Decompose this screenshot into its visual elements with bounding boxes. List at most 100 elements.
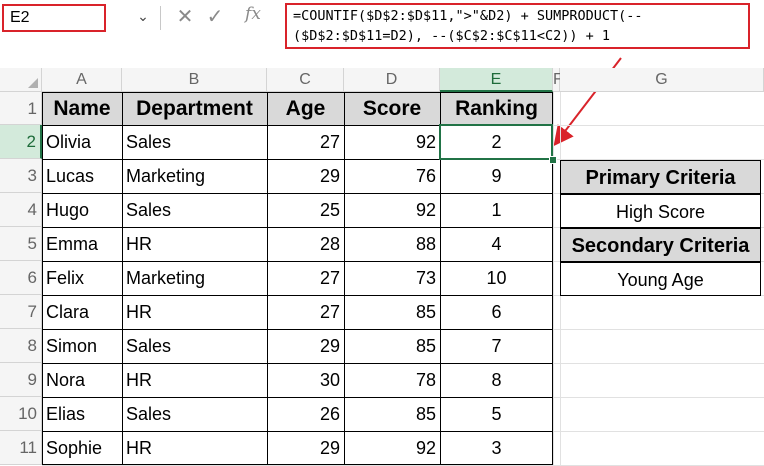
cell-department[interactable]: Marketing xyxy=(122,261,267,295)
header-cell-age[interactable]: Age xyxy=(267,92,344,125)
column-header-d[interactable]: D xyxy=(344,68,440,92)
cell-score[interactable]: 92 xyxy=(344,125,440,159)
table-border xyxy=(267,92,268,465)
table-border xyxy=(42,227,553,228)
header-cell-department[interactable]: Department xyxy=(122,92,267,125)
cell-ranking[interactable]: 6 xyxy=(440,295,553,329)
cell-ranking[interactable]: 7 xyxy=(440,329,553,363)
cancel-icon[interactable]: ✕ xyxy=(175,4,195,28)
table-border xyxy=(42,431,553,432)
cell-department[interactable]: HR xyxy=(122,363,267,397)
cell-ranking[interactable]: 3 xyxy=(440,431,553,465)
fill-handle[interactable] xyxy=(549,156,557,164)
row-header-4[interactable]: 4 xyxy=(0,193,42,227)
formula-line-1: =COUNTIF($D$2:$D$11,">"&D2) + SUMPRODUCT… xyxy=(293,8,643,24)
cell-ranking[interactable]: 10 xyxy=(440,261,553,295)
row-header-7[interactable]: 7 xyxy=(0,295,42,329)
active-cell-outline xyxy=(439,124,553,160)
column-header-c[interactable]: C xyxy=(267,68,344,92)
primary-criteria-value[interactable]: High Score xyxy=(560,194,761,228)
table-border xyxy=(42,92,553,93)
secondary-criteria-title[interactable]: Secondary Criteria xyxy=(560,228,761,262)
table-border xyxy=(42,193,553,194)
cell-ranking[interactable]: 4 xyxy=(440,227,553,261)
name-box[interactable]: E2 xyxy=(2,4,106,32)
cell-name[interactable]: Sophie xyxy=(42,431,122,465)
cell-age[interactable]: 29 xyxy=(267,329,344,363)
cell-department[interactable]: HR xyxy=(122,295,267,329)
cell-ranking[interactable]: 9 xyxy=(440,159,553,193)
cell-score[interactable]: 85 xyxy=(344,329,440,363)
cell-department[interactable]: Sales xyxy=(122,329,267,363)
cell-score[interactable]: 88 xyxy=(344,227,440,261)
cell-age[interactable]: 30 xyxy=(267,363,344,397)
row-header-1[interactable]: 1 xyxy=(0,92,42,125)
cell-score[interactable]: 73 xyxy=(344,261,440,295)
cell-score[interactable]: 85 xyxy=(344,295,440,329)
cell-department[interactable]: Marketing xyxy=(122,159,267,193)
table-border xyxy=(42,363,553,364)
row-header-10[interactable]: 10 xyxy=(0,397,42,431)
cell-name[interactable]: Emma xyxy=(42,227,122,261)
cell-age[interactable]: 26 xyxy=(267,397,344,431)
row-header-3[interactable]: 3 xyxy=(0,159,42,193)
cell-name[interactable]: Clara xyxy=(42,295,122,329)
row-header-6[interactable]: 6 xyxy=(0,261,42,295)
cell-name[interactable]: Olivia xyxy=(42,125,122,159)
secondary-criteria-value[interactable]: Young Age xyxy=(560,262,761,296)
cell-age[interactable]: 27 xyxy=(267,261,344,295)
divider xyxy=(160,6,161,30)
cell-score[interactable]: 76 xyxy=(344,159,440,193)
row-header-11[interactable]: 11 xyxy=(0,431,42,465)
column-header-b[interactable]: B xyxy=(122,68,267,92)
cell-ranking[interactable]: 1 xyxy=(440,193,553,227)
header-cell-ranking[interactable]: Ranking xyxy=(440,92,553,125)
table-border xyxy=(42,329,553,330)
table-border xyxy=(344,92,345,465)
cell-age[interactable]: 27 xyxy=(267,295,344,329)
cell-name[interactable]: Felix xyxy=(42,261,122,295)
column-header-g[interactable]: G xyxy=(560,68,764,92)
spreadsheet-grid: ABCDEFG 1 2 3 4 5 6 7 8 9 10 11 Name Department Age S… xyxy=(0,68,764,466)
cell-age[interactable]: 25 xyxy=(267,193,344,227)
insert-function-icon[interactable]: fx xyxy=(235,4,271,28)
column-header-e[interactable]: E xyxy=(440,68,553,92)
select-all-triangle-icon xyxy=(28,78,38,88)
cell-name[interactable]: Nora xyxy=(42,363,122,397)
cell-age[interactable]: 28 xyxy=(267,227,344,261)
cell-name[interactable]: Lucas xyxy=(42,159,122,193)
header-cell-score[interactable]: Score xyxy=(344,92,440,125)
formula-input[interactable]: =COUNTIF($D$2:$D$11,">"&D2) + SUMPRODUCT… xyxy=(285,3,750,49)
table-border xyxy=(42,261,553,262)
cell-department[interactable]: HR xyxy=(122,227,267,261)
cell-age[interactable]: 27 xyxy=(267,125,344,159)
primary-criteria-title[interactable]: Primary Criteria xyxy=(560,160,761,194)
cell-name[interactable]: Simon xyxy=(42,329,122,363)
row-header-8[interactable]: 8 xyxy=(0,329,42,363)
header-cell-name[interactable]: Name xyxy=(42,92,122,125)
table-border xyxy=(122,92,123,465)
cell-name[interactable]: Hugo xyxy=(42,193,122,227)
column-header-a[interactable]: A xyxy=(42,68,122,92)
cell-name[interactable]: Elias xyxy=(42,397,122,431)
table-border xyxy=(42,397,553,398)
cell-age[interactable]: 29 xyxy=(267,159,344,193)
cell-department[interactable]: HR xyxy=(122,431,267,465)
row-header-2[interactable]: 2 xyxy=(0,125,42,159)
cell-score[interactable]: 92 xyxy=(344,193,440,227)
cell-ranking[interactable]: 5 xyxy=(440,397,553,431)
formula-line-2: ($D$2:$D$11=D2), --($C$2:$C$11<C2)) + 1 xyxy=(293,28,610,44)
row-header-9[interactable]: 9 xyxy=(0,363,42,397)
cell-score[interactable]: 92 xyxy=(344,431,440,465)
chevron-down-icon[interactable]: ⌄ xyxy=(134,8,152,26)
enter-icon[interactable]: ✓ xyxy=(205,4,225,28)
cell-department[interactable]: Sales xyxy=(122,193,267,227)
cell-score[interactable]: 78 xyxy=(344,363,440,397)
cell-ranking[interactable]: 8 xyxy=(440,363,553,397)
cell-department[interactable]: Sales xyxy=(122,397,267,431)
column-header-f[interactable]: F xyxy=(553,68,563,92)
row-header-5[interactable]: 5 xyxy=(0,227,42,261)
cell-age[interactable]: 29 xyxy=(267,431,344,465)
cell-department[interactable]: Sales xyxy=(122,125,267,159)
cell-score[interactable]: 85 xyxy=(344,397,440,431)
